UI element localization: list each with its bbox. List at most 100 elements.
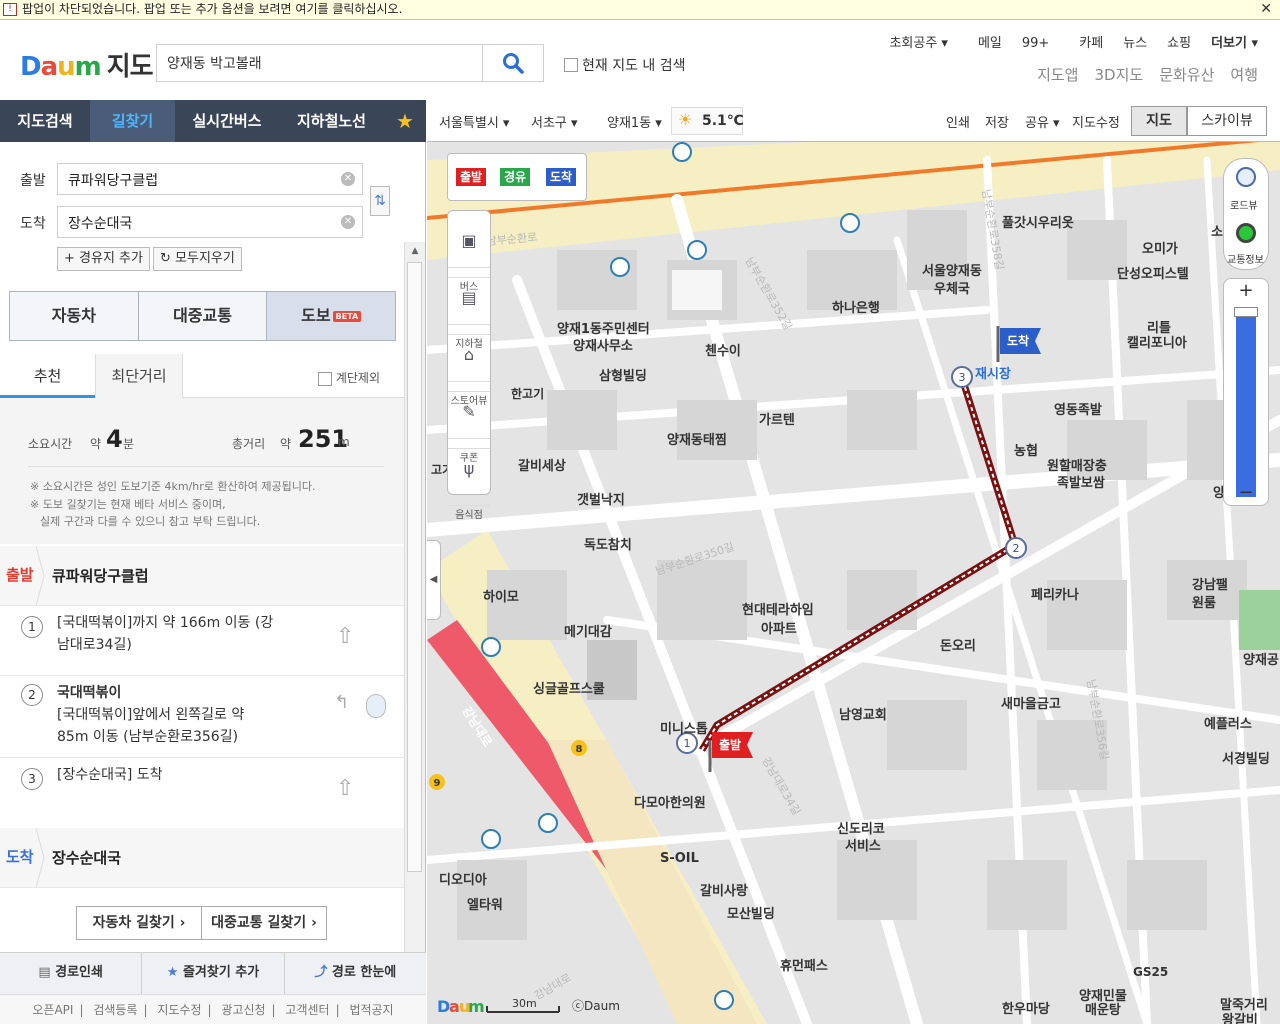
nav-mail[interactable]: 메일 99+ <box>958 32 1069 51</box>
breadcrumb-district[interactable]: 서초구 ▾ <box>531 112 578 131</box>
svg-text:영동족발: 영동족발 <box>1054 402 1102 418</box>
step-number: 1 <box>21 616 43 638</box>
end-flag-button[interactable]: 도착 <box>546 168 577 186</box>
step-1[interactable]: 1 [국대떡볶이]까지 약 166m 이동 (강 남대로34길) ⇧ <box>0 606 404 676</box>
svg-text:9: 9 <box>434 778 441 789</box>
popup-message[interactable]: 팝업이 차단되었습니다. 팝업 또는 추가 옵션을 보려면 여기를 클릭하십시오… <box>22 2 402 16</box>
map-view[interactable]: 1 2 3 출발 도착 8 9 풀갓시우리옷 오미가 서울양재동 우체국 단성오… <box>427 100 1280 1024</box>
roadview-icon[interactable] <box>366 694 386 718</box>
tab-directions[interactable]: 길찾기 <box>90 100 175 142</box>
sort-recommended[interactable]: 추천 <box>0 354 95 398</box>
collapse-panel-button[interactable]: ◀ <box>427 540 441 620</box>
roadview-icon[interactable] <box>1236 167 1256 187</box>
end-input[interactable]: 장수순대국 <box>57 206 363 238</box>
nav-3d-map[interactable]: 3D지도 <box>1086 64 1151 85</box>
link-legal[interactable]: 법적공지 <box>343 1003 399 1017</box>
clear-end-icon[interactable]: ✕ <box>341 215 355 229</box>
traffic-icon[interactable] <box>1236 223 1256 243</box>
coupon-tool[interactable]: ✎ 쿠폰 <box>448 382 490 464</box>
breadcrumb-city[interactable]: 서울특별시 ▾ <box>439 112 509 131</box>
clear-all-button[interactable]: ↻ 모두지우기 <box>153 247 242 271</box>
storeview-tool[interactable]: ⌂ 스토어뷰 <box>448 325 490 407</box>
via-flag-button[interactable]: 경유 <box>500 168 531 186</box>
mode-transit[interactable]: 대중교통 <box>139 292 268 340</box>
link-map-edit[interactable]: 지도수정 <box>151 1003 207 1017</box>
zoom-out-button[interactable]: − <box>1224 481 1268 505</box>
step-number: 3 <box>21 768 43 790</box>
roadview-label[interactable]: 로드뷰 <box>1230 197 1258 212</box>
zoom-in-button[interactable]: + <box>1224 279 1268 303</box>
nav-shopping[interactable]: 쇼핑 <box>1157 32 1201 51</box>
end-label: 도착 <box>20 216 46 232</box>
end-point-row[interactable]: 도착 장수순대국 <box>0 828 404 888</box>
restaurant-tool[interactable]: ψ 음식점 <box>448 439 490 521</box>
add-favorite-button[interactable]: ★ 즐겨찾기 추가 <box>142 953 285 994</box>
nav-news[interactable]: 뉴스 <box>1113 32 1157 51</box>
share-button[interactable]: 공유 ▾ <box>1025 112 1060 131</box>
weather-widget[interactable]: ☀ 5.1℃ <box>671 107 744 135</box>
mode-walk[interactable]: 도보 BETA <box>267 292 396 340</box>
search-input[interactable] <box>157 45 483 81</box>
breadcrumb-dong[interactable]: 양재1동 ▾ <box>607 112 662 131</box>
local-search-option[interactable]: 현재 지도 내 검색 <box>560 55 686 75</box>
view-skyview-button[interactable]: 스카이뷰 <box>1187 106 1267 136</box>
tab-map-search[interactable]: 지도검색 <box>0 100 90 142</box>
bus-tool[interactable]: ▣ 버스 <box>448 211 490 293</box>
link-open-api[interactable]: 오픈API <box>26 1003 79 1017</box>
start-flag-button[interactable]: 출발 <box>456 168 487 186</box>
nav-travel[interactable]: 여행 <box>1222 64 1266 85</box>
no-stairs-checkbox[interactable] <box>318 371 332 386</box>
svg-text:독도참치: 독도참치 <box>584 537 632 553</box>
no-stairs-option[interactable]: 계단제외 <box>318 369 380 386</box>
add-waypoint-button[interactable]: + 경유지 추가 <box>57 247 150 271</box>
svg-text:한고기: 한고기 <box>511 386 544 401</box>
warning-icon: ! <box>3 3 17 16</box>
nav-map-app[interactable]: 지도앱 <box>1029 64 1086 85</box>
zoom-slider[interactable] <box>1236 307 1256 497</box>
route-overview-button[interactable]: ⤴ 경로 한눈에 <box>285 953 426 994</box>
zoom-handle[interactable] <box>1234 307 1258 317</box>
scroll-thumb[interactable] <box>407 262 422 872</box>
favorite-star-icon[interactable]: ★ <box>384 100 426 142</box>
sort-shortest[interactable]: 최단거리 <box>95 354 183 398</box>
nav-user[interactable]: 초회공주 ▾ <box>879 32 958 51</box>
save-button[interactable]: 저장 <box>985 112 1009 131</box>
popup-blocked-bar[interactable]: ! 팝업이 차단되었습니다. 팝업 또는 추가 옵션을 보려면 여기를 클릭하십… <box>0 0 1280 20</box>
svg-text:m: m <box>468 997 485 1016</box>
close-icon[interactable]: ✕ <box>1260 0 1272 19</box>
svg-text:30m: 30m <box>512 997 537 1010</box>
daum-logo[interactable]: Daum 지도 <box>20 46 154 83</box>
step-2[interactable]: 2 국대떡볶이 [국대떡볶이]앞에서 왼쪽길로 약 85m 이동 (남부순환로3… <box>0 676 404 758</box>
svg-text:신도리코: 신도리코 <box>837 821 885 837</box>
nav-heritage[interactable]: 문화유산 <box>1151 64 1222 85</box>
map-edit-button[interactable]: 지도수정 <box>1072 112 1120 131</box>
nav-cafe[interactable]: 카페 <box>1069 32 1113 51</box>
tab-realtime-bus[interactable]: 실시간버스 <box>175 100 279 142</box>
transit-directions-button[interactable]: 대중교통 길찾기 › <box>201 906 327 940</box>
subway-tool[interactable]: ▤ 지하철 <box>448 268 490 350</box>
scrollbar[interactable]: ▲ ▼ <box>404 242 425 1024</box>
start-point-row[interactable]: 출발 큐파워당구클럽 <box>0 546 404 606</box>
clear-start-icon[interactable]: ✕ <box>341 172 355 186</box>
transport-mode-tabs: 자동차 대중교통 도보 BETA <box>9 291 396 341</box>
car-directions-button[interactable]: 자동차 길찾기 › <box>76 906 202 940</box>
local-search-checkbox[interactable] <box>564 58 578 72</box>
nav-more[interactable]: 더보기 ▾ <box>1201 32 1268 51</box>
mode-car[interactable]: 자동차 <box>10 292 139 340</box>
link-support[interactable]: 고객센터 <box>279 1003 335 1017</box>
step-3[interactable]: 3 [장수순대국] 도착 ⇧ <box>0 758 404 828</box>
swap-icon[interactable]: ⇅ <box>370 186 390 216</box>
svg-text:양재민물: 양재민물 <box>1079 988 1127 1004</box>
tab-subway[interactable]: 지하철노선 <box>279 100 384 142</box>
link-search-register[interactable]: 검색등록 <box>87 1003 143 1017</box>
traffic-label[interactable]: 교통정보 <box>1227 251 1264 266</box>
print-route-button[interactable]: ▤ 경로인쇄 <box>0 953 143 994</box>
print-button[interactable]: 인쇄 <box>946 112 970 131</box>
start-label: 출발 <box>20 173 46 189</box>
view-map-button[interactable]: 지도 <box>1131 106 1187 136</box>
link-ads[interactable]: 광고신청 <box>215 1003 271 1017</box>
left-tabs: 지도검색 길찾기 실시간버스 지하철노선 ★ <box>0 100 426 142</box>
search-button[interactable] <box>482 45 543 81</box>
start-input[interactable]: 큐파워당구클럽 <box>57 163 363 195</box>
beta-badge: BETA <box>332 311 362 322</box>
